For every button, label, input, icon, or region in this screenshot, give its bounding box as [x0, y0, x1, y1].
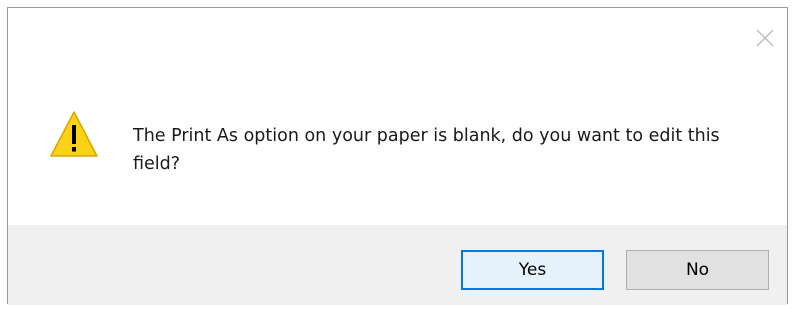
- message-dialog: The Print As option on your paper is bla…: [7, 7, 788, 305]
- background-text-fragment: [52, 0, 112, 5]
- dialog-content: The Print As option on your paper is bla…: [8, 8, 787, 225]
- dialog-message: The Print As option on your paper is bla…: [133, 126, 720, 174]
- dialog-button-bar: Yes No: [8, 225, 787, 305]
- no-button[interactable]: No: [626, 250, 769, 290]
- warning-triangle-icon: [50, 111, 98, 157]
- background-text-fragment-shape: [52, 0, 112, 5]
- yes-button[interactable]: Yes: [461, 250, 604, 290]
